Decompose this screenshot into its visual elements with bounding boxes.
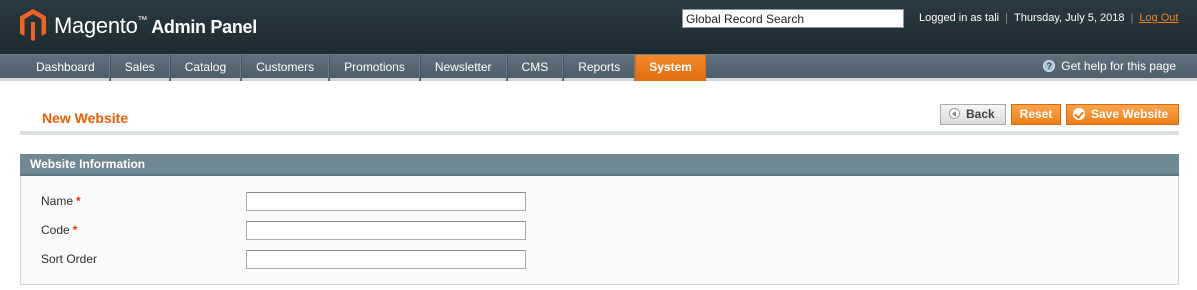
current-date: Thursday, July 5, 2018 — [1013, 12, 1125, 24]
website-information-fieldset — [20, 176, 1179, 285]
nav-item-catalog[interactable]: Catalog — [169, 55, 242, 81]
section-header: Website Information — [20, 154, 1179, 176]
save-website-button[interactable]: Save Website — [1066, 104, 1179, 125]
back-arrow-icon — [949, 108, 960, 120]
code-label: Code * — [41, 223, 78, 237]
nav-item-customers[interactable]: Customers — [241, 55, 330, 81]
required-mark: * — [72, 223, 78, 237]
nav-item-reports[interactable]: Reports — [563, 55, 636, 81]
title-divider — [20, 131, 1179, 135]
checkmark-icon — [1073, 107, 1085, 120]
header-user-info: Logged in as tali | Thursday, July 5, 2018… — [919, 12, 1179, 24]
nav-item-cms[interactable]: CMS — [506, 55, 564, 81]
name-label: Name * — [41, 194, 81, 208]
admin-header: Magento™Admin Panel Logged in as tali|Th… — [0, 0, 1197, 54]
global-search-input[interactable] — [682, 9, 904, 28]
page-title: New Website — [42, 110, 129, 126]
nav-item-promotions[interactable]: Promotions — [329, 55, 420, 81]
main-nav: Dashboard Sales Catalog Customers Promot… — [0, 54, 1197, 81]
brand-name: Magento™ Admin Panel — [54, 13, 257, 38]
name-input[interactable] — [246, 192, 526, 211]
logged-in-text: Logged in as tali — [919, 12, 1000, 24]
help-link[interactable]: ? Get help for this page — [1043, 59, 1176, 73]
nav-item-sales[interactable]: Sales — [109, 55, 170, 81]
code-input[interactable] — [246, 221, 526, 240]
sort-order-input[interactable] — [246, 250, 526, 269]
magento-logo-icon — [20, 9, 46, 41]
back-button[interactable]: Back — [940, 104, 1006, 125]
logout-link[interactable]: Log Out — [1139, 12, 1178, 24]
nav-item-dashboard[interactable]: Dashboard — [22, 55, 110, 81]
nav-item-newsletter[interactable]: Newsletter — [419, 55, 507, 81]
nav-item-system[interactable]: System — [635, 55, 706, 81]
required-mark: * — [76, 194, 81, 208]
help-label: Get help for this page — [1061, 59, 1176, 73]
reset-button[interactable]: Reset — [1011, 104, 1061, 125]
question-icon: ? — [1043, 60, 1056, 72]
sort-order-label: Sort Order — [41, 252, 98, 266]
